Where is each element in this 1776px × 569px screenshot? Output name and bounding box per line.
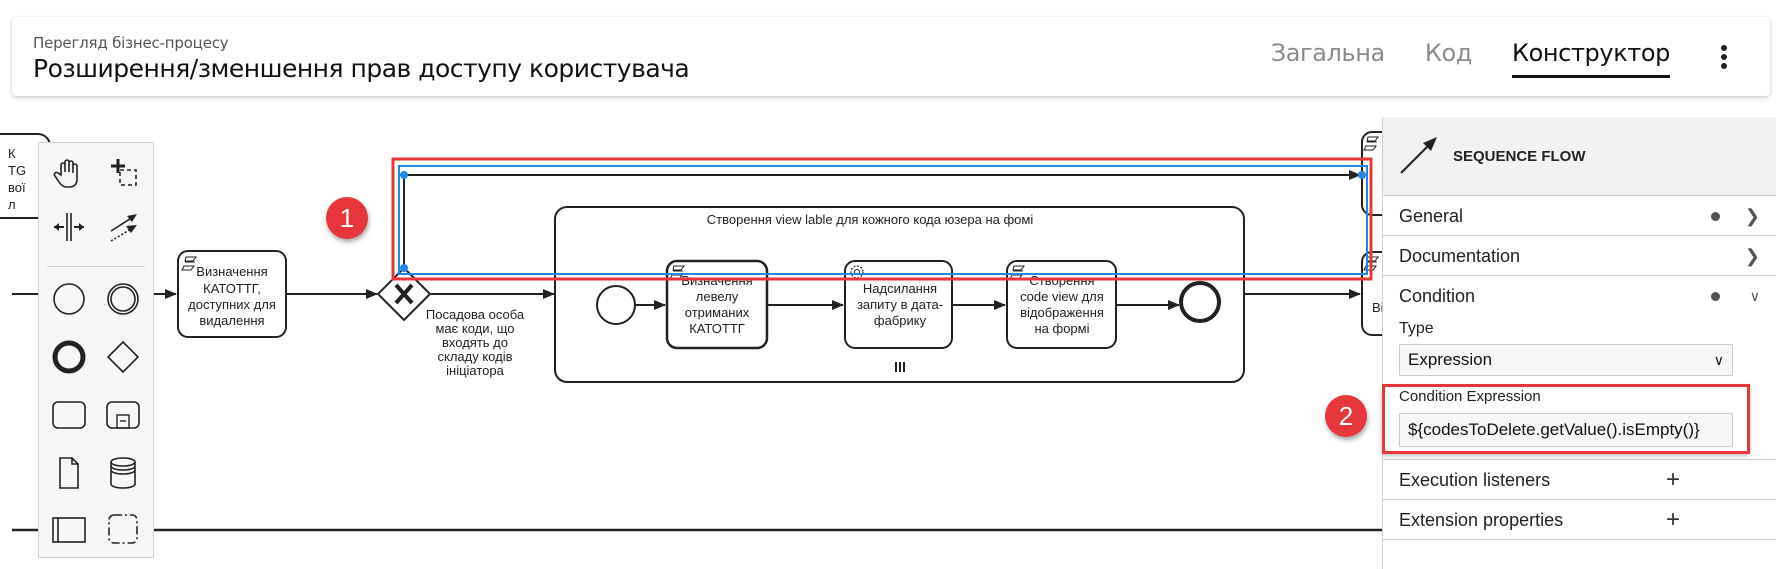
task-label-line: Надсилання xyxy=(863,281,937,296)
waypoint-handle[interactable] xyxy=(400,171,408,179)
group-documentation[interactable]: Documentation ❯ xyxy=(1383,236,1776,276)
connect-icon xyxy=(110,214,137,242)
task-label-line: Визначення xyxy=(196,264,267,279)
add-icon[interactable]: + xyxy=(1666,500,1680,540)
gateway-condition-label: Посадова особа має коди, що входять до с… xyxy=(426,307,525,378)
gateway-label-line: складу кодів xyxy=(437,349,512,364)
properties-header: SEQUENCE FLOW xyxy=(1383,117,1776,196)
task-label-line: КАТОТТГ, xyxy=(203,281,261,296)
gateway-label-line: має коди, що xyxy=(435,321,514,336)
add-icon[interactable]: + xyxy=(1666,460,1680,500)
group-execution-listeners-label: Execution listeners xyxy=(1399,470,1551,490)
hand-icon xyxy=(53,159,78,188)
properties-panel: SEQUENCE FLOW General ❯ Documentation ❯ … xyxy=(1382,117,1776,569)
has-data-dot-icon xyxy=(1711,292,1720,301)
gateway-label-line: ініціатора xyxy=(446,363,505,378)
lasso-icon xyxy=(111,159,137,186)
tab-general[interactable]: Загальна xyxy=(1271,39,1385,78)
partial-task-left-line-4: л xyxy=(8,197,16,212)
database-icon xyxy=(110,457,136,489)
has-data-dot-icon xyxy=(1711,212,1720,221)
partial-task-left-line-2: ТG xyxy=(8,163,26,178)
lasso-tool[interactable] xyxy=(103,153,143,193)
type-label: Type xyxy=(1399,320,1434,337)
document-icon xyxy=(59,457,79,489)
highlight-box-2 xyxy=(1382,384,1750,454)
page-header: Перегляд бізнес-процесу Розширення/зменш… xyxy=(12,17,1770,96)
group-extension-properties[interactable]: Extension properties + xyxy=(1383,500,1776,540)
chevron-right-icon: ❯ xyxy=(1744,206,1760,226)
tab-constructor[interactable]: Конструктор xyxy=(1511,39,1670,78)
task-label-line: фабрику xyxy=(874,313,927,328)
task-label-line: КАТОТТГ xyxy=(689,321,745,336)
rounded-rect-icon xyxy=(52,401,86,429)
exclusive-gateway[interactable] xyxy=(376,266,432,322)
gateway-tool[interactable] xyxy=(103,337,143,377)
participant-tool[interactable] xyxy=(49,509,89,549)
task-label-line: Ві xyxy=(1372,300,1382,315)
task-label-line: запиту в дата- xyxy=(857,297,943,312)
page-subtitle: Перегляд бізнес-процесу xyxy=(33,34,229,52)
waypoint-handle[interactable] xyxy=(400,264,408,272)
condition-type-select[interactable]: Expression ∨ xyxy=(1399,344,1733,376)
gateway-label-line: входять до xyxy=(442,335,508,350)
sequence-flow-arrow-icon xyxy=(1400,137,1437,174)
task-tool[interactable] xyxy=(49,395,89,435)
partial-task-left-line-3: вої xyxy=(8,180,26,195)
start-event-tool[interactable] xyxy=(49,279,89,319)
task-label-line: code view для xyxy=(1020,289,1104,304)
circle-icon xyxy=(53,283,85,315)
tool-palette xyxy=(38,142,154,558)
data-store-tool[interactable] xyxy=(103,453,143,493)
subprocess-title: Створення view lable для кожного кода юз… xyxy=(707,212,1034,227)
subprocess-tool[interactable] xyxy=(103,395,143,435)
palette-separator xyxy=(47,266,145,267)
task-label-line: доступних для xyxy=(188,297,276,312)
task-label-line: видалення xyxy=(199,313,264,328)
task-label-line: левелу xyxy=(696,289,739,304)
task-label-line: на формі xyxy=(1034,321,1089,336)
waypoint-handle[interactable] xyxy=(1358,171,1366,179)
task-label-line: отриманих xyxy=(685,305,750,320)
pool-icon xyxy=(52,517,86,543)
page-title: Розширення/зменшення прав доступу корист… xyxy=(33,54,690,83)
tab-bar: Загальна Код Конструктор xyxy=(1271,39,1670,78)
group-condition[interactable]: Condition ∨ xyxy=(1383,276,1776,316)
chevron-right-icon: ❯ xyxy=(1744,246,1760,266)
kebab-menu-icon[interactable] xyxy=(1718,45,1730,69)
annotation-badge-1: 1 xyxy=(326,197,368,239)
partial-task-left-line-1: К xyxy=(8,146,16,161)
global-connect-tool[interactable] xyxy=(103,207,143,247)
end-event[interactable] xyxy=(1179,281,1221,323)
group-execution-listeners[interactable]: Execution listeners + xyxy=(1383,460,1776,500)
data-object-tool[interactable] xyxy=(49,453,89,493)
chevron-down-icon: ∨ xyxy=(1749,288,1760,304)
condition-type-value: Expression xyxy=(1408,350,1493,369)
task-define-katottg[interactable]: Визначення КАТОТТГ, доступних для видале… xyxy=(177,250,287,338)
hand-tool[interactable] xyxy=(49,153,89,193)
multi-instance-parallel-icon xyxy=(895,362,905,372)
chevron-down-icon: ∨ xyxy=(1713,352,1724,368)
group-documentation-label: Documentation xyxy=(1399,246,1521,266)
gateway-label-line: Посадова особа xyxy=(426,307,525,322)
intermediate-event-tool[interactable] xyxy=(103,279,143,319)
group-tool[interactable] xyxy=(103,509,143,549)
tab-code[interactable]: Код xyxy=(1425,39,1473,78)
diamond-icon xyxy=(106,340,140,374)
subprocess-icon xyxy=(106,401,140,429)
task-label-line: відображення xyxy=(1020,305,1104,320)
element-type-title: SEQUENCE FLOW xyxy=(1453,148,1586,165)
annotation-badge-2: 2 xyxy=(1325,395,1367,437)
thick-circle-icon xyxy=(52,340,86,374)
double-circle-icon xyxy=(107,283,139,315)
dashed-rect-icon xyxy=(108,514,138,544)
space-icon xyxy=(54,213,84,241)
space-tool[interactable] xyxy=(49,207,89,247)
start-event[interactable] xyxy=(596,285,636,325)
group-extension-properties-label: Extension properties xyxy=(1399,510,1564,530)
group-general-label: General xyxy=(1399,206,1464,226)
group-condition-label: Condition xyxy=(1399,286,1476,306)
group-general[interactable]: General ❯ xyxy=(1383,196,1776,236)
end-event-tool[interactable] xyxy=(49,337,89,377)
